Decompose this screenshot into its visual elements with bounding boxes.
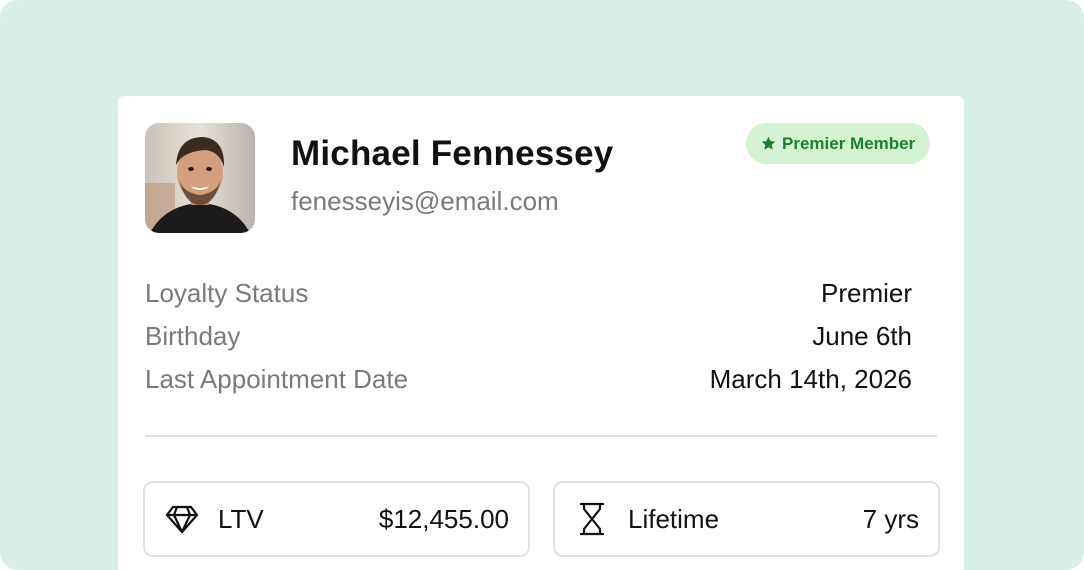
stat-label: Lifetime <box>628 503 720 534</box>
page-background: Michael Fennessey fenesseyis@email.com P… <box>0 0 1084 570</box>
customer-profile-card: Michael Fennessey fenesseyis@email.com P… <box>118 96 964 570</box>
customer-details: Loyalty Status Premier Birthday June 6th… <box>145 272 912 401</box>
detail-value: March 14th, 2026 <box>709 364 912 394</box>
stat-label: LTV <box>218 503 264 534</box>
avatar <box>145 123 255 233</box>
star-icon <box>760 135 777 152</box>
customer-name: Michael Fennessey <box>291 134 614 173</box>
stat-value: $12,455.00 <box>378 503 509 534</box>
divider <box>145 435 937 437</box>
detail-value: Premier <box>820 278 912 308</box>
premier-member-badge: Premier Member <box>746 123 931 164</box>
detail-value: June 6th <box>812 321 912 351</box>
detail-label: Loyalty Status <box>145 278 309 308</box>
detail-row-loyalty-status: Loyalty Status Premier <box>145 272 912 315</box>
stat-card-ltv: LTV $12,455.00 <box>143 481 530 557</box>
detail-row-last-appointment: Last Appointment Date March 14th, 2026 <box>145 358 912 401</box>
diamond-icon <box>164 501 200 537</box>
badge-label: Premier Member <box>782 133 916 153</box>
detail-row-birthday: Birthday June 6th <box>145 315 912 358</box>
detail-label: Last Appointment Date <box>145 364 409 394</box>
detail-label: Birthday <box>145 321 241 351</box>
stat-value: 7 yrs <box>862 503 919 534</box>
customer-email: fenesseyis@email.com <box>291 186 559 216</box>
stat-card-lifetime: Lifetime 7 yrs <box>553 481 940 557</box>
hourglass-icon <box>574 501 610 537</box>
